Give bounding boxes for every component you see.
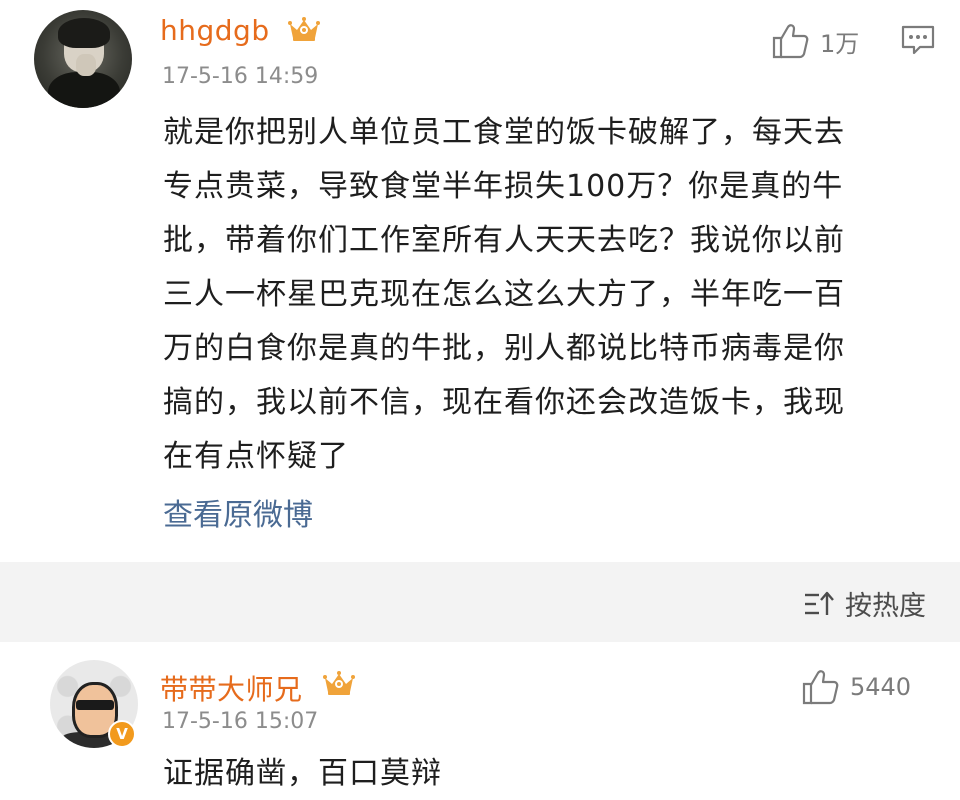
thumbs-up-icon: [772, 24, 809, 59]
crown-icon: [288, 17, 320, 41]
comment-line: 专点贵菜，导致食堂半年损失100万？你是真的牛: [163, 169, 844, 204]
thumbs-up-icon: [802, 670, 839, 705]
comment-line: 批，带着你们工作室所有人天天去吃？我说你以前: [163, 223, 845, 258]
verified-badge-icon: V: [108, 720, 136, 748]
like-count: 5440: [850, 673, 912, 701]
comment-timestamp: 17-5-16 15:07: [162, 709, 319, 734]
comment-timestamp: 17-5-16 14:59: [162, 64, 319, 89]
comment-text: 证据确凿，百口莫辩: [163, 756, 442, 791]
sort-by-heat-button[interactable]: 按热度: [803, 584, 926, 623]
username-hhgdgb[interactable]: hhgdgb: [160, 14, 270, 47]
comment-line: 搞的，我以前不信，现在看你还会改造饭卡，我现: [163, 385, 845, 420]
like-count: 1万: [820, 29, 860, 58]
weibo-comment-page: hhgdgb 17-5-16 14:59 1万 就是你把别人单位员工食堂的饭卡破…: [0, 0, 960, 800]
like-button[interactable]: 5440: [800, 668, 911, 706]
view-original-link[interactable]: 查看原微博: [163, 490, 313, 534]
reply-icon[interactable]: [900, 24, 936, 56]
sort-icon: [805, 591, 834, 615]
comment-line: 三人一杯星巴克现在怎么这么大方了，半年吃一百: [163, 277, 845, 312]
comment-line: 就是你把别人单位员工食堂的饭卡破解了，每天去: [163, 115, 845, 150]
comment-card-daidai: [0, 642, 960, 800]
user-avatar-hhgdgb[interactable]: [34, 10, 132, 108]
comment-text: 就是你把别人单位员工食堂的饭卡破解了，每天去 专点贵菜，导致食堂半年损失100万…: [163, 106, 943, 484]
crown-icon: [323, 671, 355, 695]
comment-line: 在有点怀疑了: [163, 439, 349, 474]
comment-line: 万的白食你是真的牛批，别人都说比特币病毒是你: [163, 331, 845, 366]
username-daidai[interactable]: 带带大师兄: [160, 668, 303, 708]
sort-label: 按热度: [845, 591, 926, 622]
like-button[interactable]: 1万: [770, 22, 859, 60]
sort-bar: 按热度: [0, 562, 960, 642]
